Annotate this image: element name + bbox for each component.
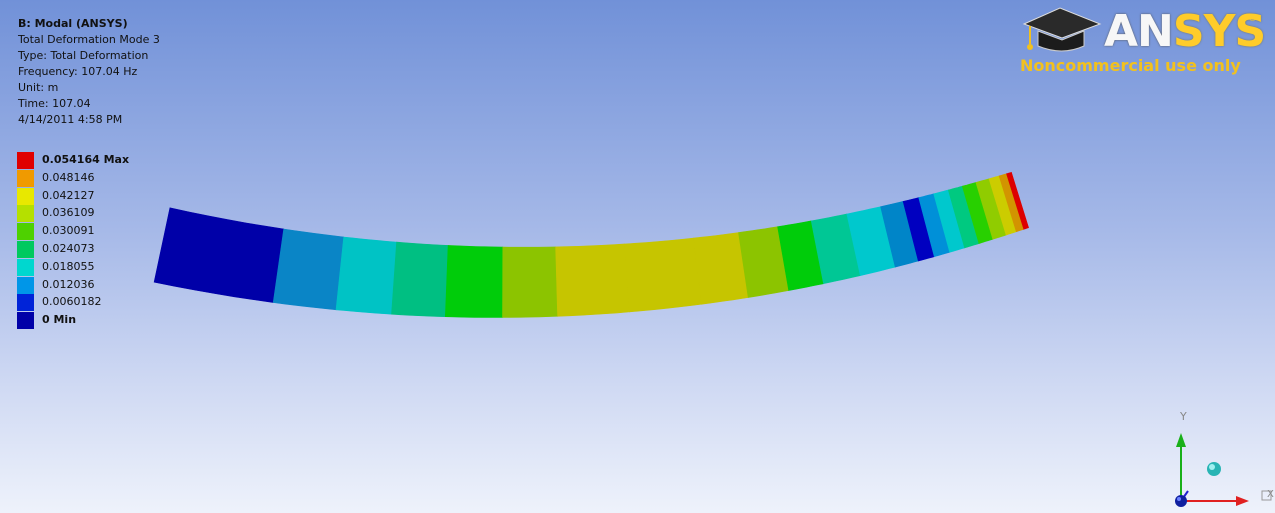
ansys-wordmark: ANSYS: [1104, 6, 1266, 58]
graphics-viewport[interactable]: B: Modal (ANSYS) Total Deformation Mode …: [0, 0, 1275, 513]
beam-contour-band: [335, 236, 397, 315]
registered-mark: ®: [1248, 14, 1257, 24]
beam-contour-band: [391, 241, 449, 318]
beam-contour-band: [555, 243, 630, 317]
noncommercial-notice: Noncommercial use only: [1020, 56, 1241, 75]
x-axis-label: X: [1267, 489, 1274, 500]
ansys-logo: ANSYS ® Noncommercial use only: [1018, 4, 1266, 80]
beam-contour-band: [624, 237, 702, 313]
beam-contour-band: [153, 207, 285, 303]
beam-contour-band: [502, 246, 558, 318]
wordmark-an: AN: [1104, 6, 1174, 57]
graduation-cap-icon: [1022, 7, 1102, 52]
coordinate-triad[interactable]: Y X: [1150, 405, 1275, 513]
beam-contour-band: [272, 228, 345, 311]
beam-contour-band: [444, 245, 504, 318]
y-axis-label: Y: [1180, 410, 1187, 423]
axis-triad-icon: [1175, 433, 1272, 507]
